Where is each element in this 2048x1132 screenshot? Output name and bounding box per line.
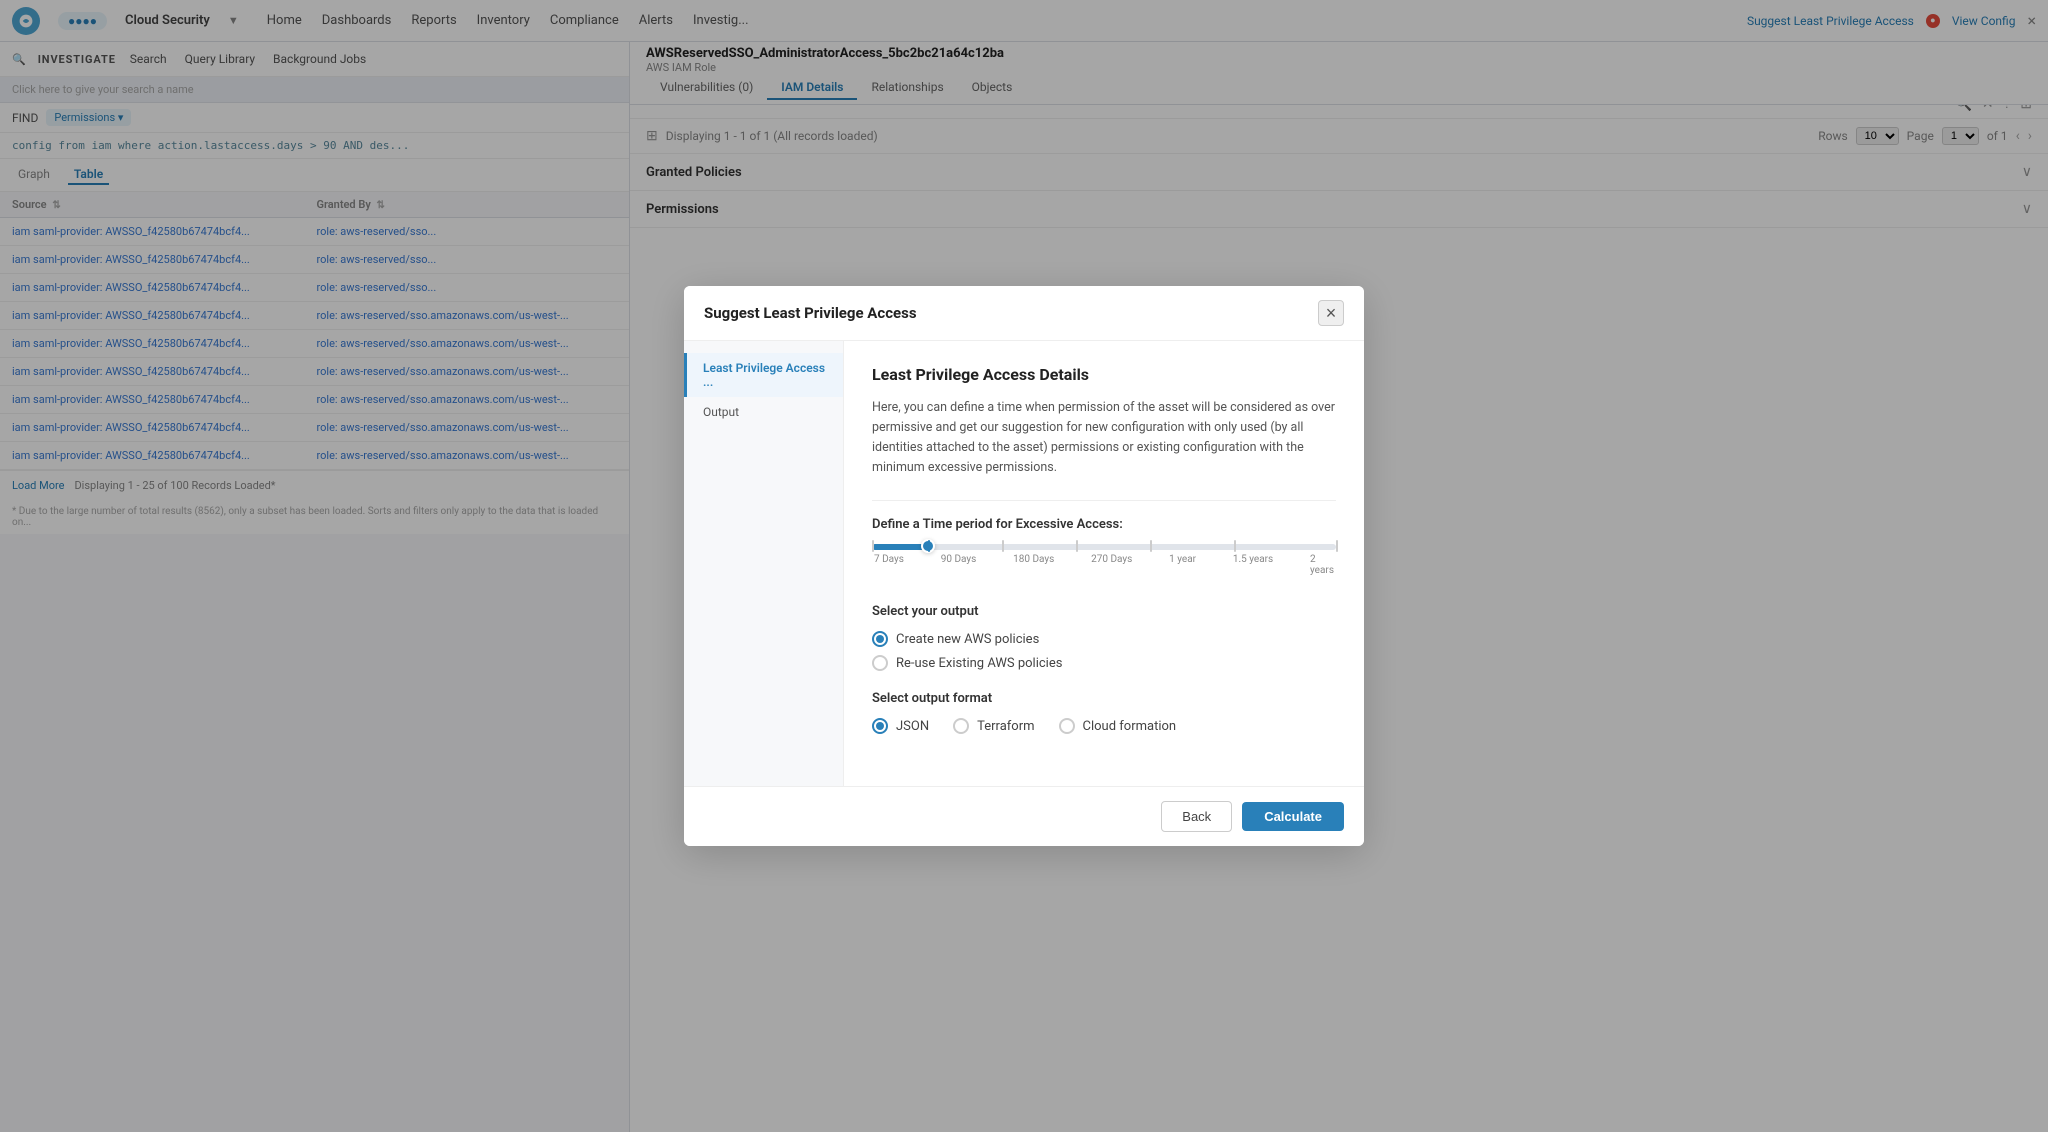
radio-create-new-circle[interactable] bbox=[872, 631, 888, 647]
modal-content: Least Privilege Access Details Here, you… bbox=[844, 341, 1364, 786]
back-button[interactable]: Back bbox=[1161, 801, 1232, 832]
label-7days: 7 Days bbox=[874, 554, 904, 576]
modal-body: Least Privilege Access ... Output Least … bbox=[684, 341, 1364, 786]
divider bbox=[872, 500, 1336, 501]
label-90days: 90 Days bbox=[941, 554, 977, 576]
modal-footer: Back Calculate bbox=[684, 786, 1364, 846]
modal-header: Suggest Least Privilege Access × bbox=[684, 286, 1364, 341]
modal-description: Here, you can define a time when permiss… bbox=[872, 398, 1336, 478]
tick-90days bbox=[928, 540, 930, 552]
calculate-button[interactable]: Calculate bbox=[1242, 802, 1344, 831]
radio-json[interactable]: JSON bbox=[872, 718, 929, 734]
time-period-slider-wrap: Define a Time period for Excessive Acces… bbox=[872, 517, 1336, 576]
radio-json-circle[interactable] bbox=[872, 718, 888, 734]
label-2years: 2years bbox=[1310, 554, 1334, 576]
radio-terraform-label: Terraform bbox=[977, 719, 1034, 734]
radio-terraform[interactable]: Terraform bbox=[953, 718, 1034, 734]
tick-180days bbox=[1002, 540, 1004, 552]
modal-close-button[interactable]: × bbox=[1318, 300, 1344, 326]
radio-create-new[interactable]: Create new AWS policies bbox=[872, 631, 1336, 647]
sidebar-item-output[interactable]: Output bbox=[684, 397, 843, 427]
radio-reuse-existing-label: Re-use Existing AWS policies bbox=[896, 656, 1062, 671]
radio-reuse-existing[interactable]: Re-use Existing AWS policies bbox=[872, 655, 1336, 671]
radio-json-label: JSON bbox=[896, 719, 929, 734]
tick-270days bbox=[1076, 540, 1078, 552]
slider-track bbox=[872, 544, 1336, 550]
label-1.5years: 1.5 years bbox=[1233, 554, 1273, 576]
radio-cloud-formation[interactable]: Cloud formation bbox=[1059, 718, 1177, 734]
slider-fill bbox=[872, 544, 928, 550]
modal-section-title: Least Privilege Access Details bbox=[872, 365, 1336, 384]
modal-sidebar: Least Privilege Access ... Output bbox=[684, 341, 844, 786]
radio-terraform-circle[interactable] bbox=[953, 718, 969, 734]
format-section-label: Select output format bbox=[872, 691, 1336, 706]
tick-2years bbox=[1336, 540, 1338, 552]
label-1year: 1 year bbox=[1169, 554, 1196, 576]
modal-overlay: Suggest Least Privilege Access × Least P… bbox=[0, 0, 2048, 1132]
tick-1year bbox=[1150, 540, 1152, 552]
suggest-privilege-modal: Suggest Least Privilege Access × Least P… bbox=[684, 286, 1364, 846]
output-radio-group: Create new AWS policies Re-use Existing … bbox=[872, 631, 1336, 671]
label-180days: 180 Days bbox=[1013, 554, 1054, 576]
tick-7days bbox=[872, 540, 874, 552]
format-radio-group: JSON Terraform Cloud formation bbox=[872, 718, 1336, 742]
radio-reuse-existing-circle[interactable] bbox=[872, 655, 888, 671]
time-period-label: Define a Time period for Excessive Acces… bbox=[872, 517, 1336, 532]
radio-cloud-formation-circle[interactable] bbox=[1059, 718, 1075, 734]
radio-create-new-label: Create new AWS policies bbox=[896, 632, 1039, 647]
label-270days: 270 Days bbox=[1091, 554, 1132, 576]
radio-cloud-formation-label: Cloud formation bbox=[1083, 719, 1177, 734]
modal-title: Suggest Least Privilege Access bbox=[704, 304, 917, 322]
sidebar-item-least-privilege[interactable]: Least Privilege Access ... bbox=[684, 353, 843, 397]
tick-1.5years bbox=[1234, 540, 1236, 552]
slider-labels: 7 Days 90 Days 180 Days 270 Days 1 year … bbox=[872, 554, 1336, 576]
output-section-label: Select your output bbox=[872, 604, 1336, 619]
